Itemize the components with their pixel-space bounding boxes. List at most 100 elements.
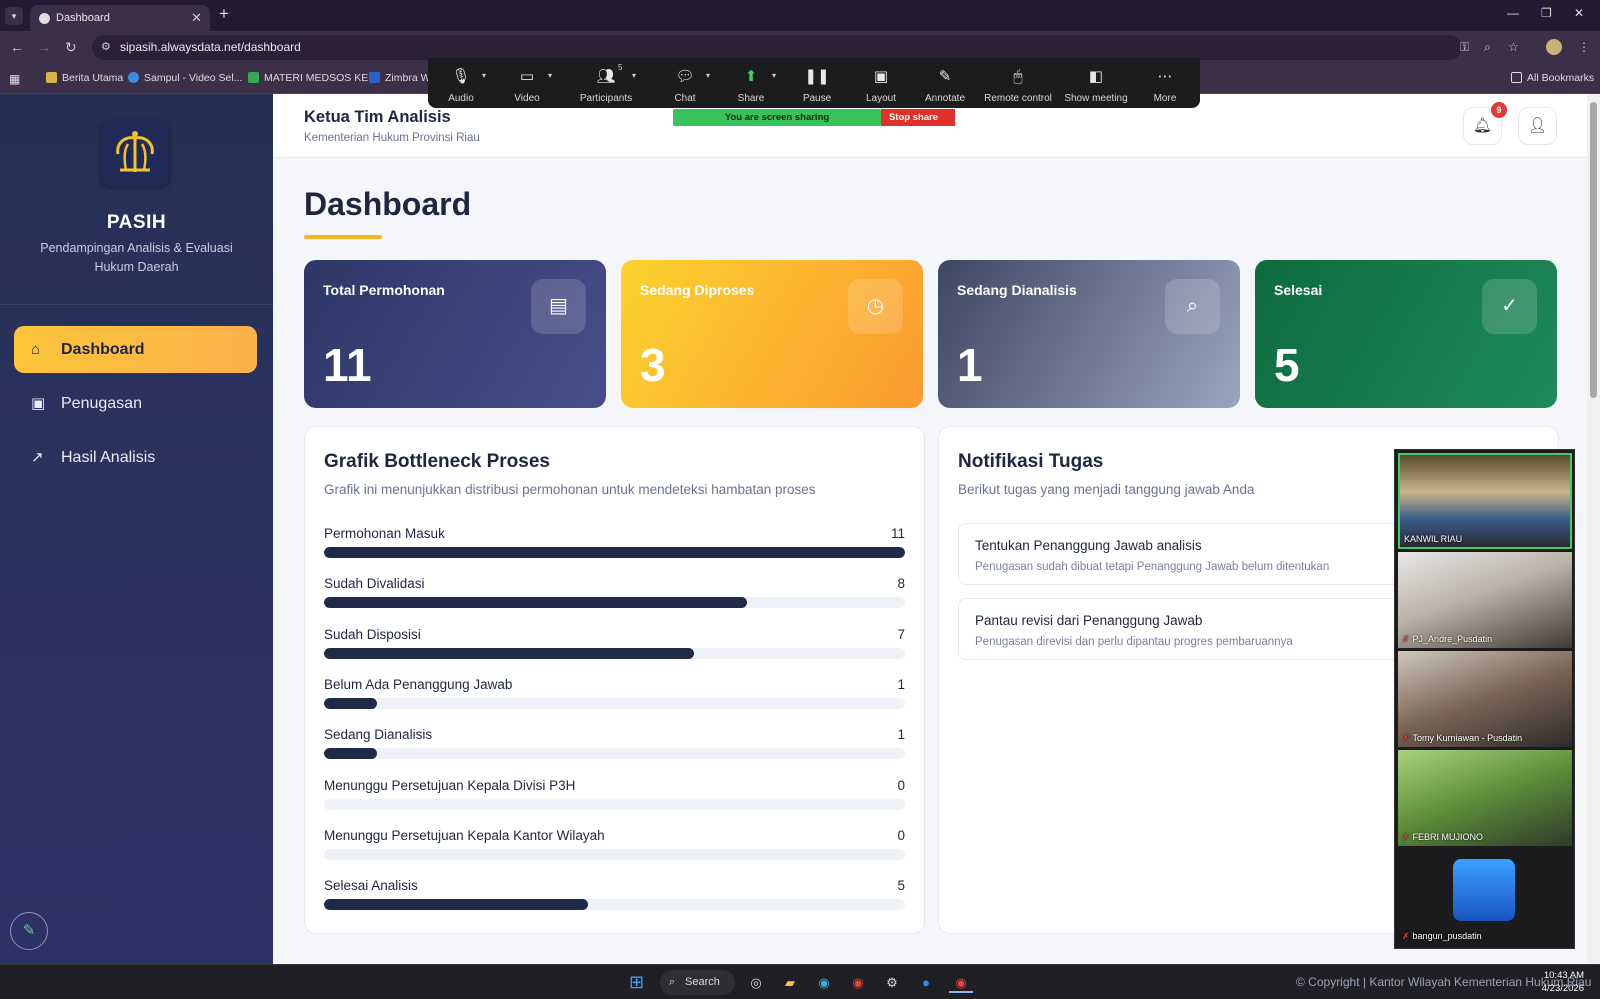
title-underline [304,235,382,239]
bottleneck-row-label: Menunggu Persetujuan Kepala Kantor Wilay… [324,827,605,843]
bottleneck-bar-fill [324,899,589,911]
video-tile[interactable]: ✗ FEBRI MUJIONO [1398,750,1572,846]
file-explorer-icon[interactable]: ▰ [779,972,801,993]
settings-icon[interactable]: ⚙ [881,972,903,993]
clock-time: 10:43 AM [1543,970,1584,981]
home-icon: ⌂ [31,341,41,358]
bottleneck-row-label: Permohonan Masuk [324,526,445,541]
video-participants-panel: KANWIL RIAU ✗ PJ_Andre_Pusdatin ✗ Tomy Kur… [1394,449,1575,949]
chrome-active-icon[interactable]: ◉ [949,972,973,993]
show-meeting-button[interactable]: ◧ Show meeting [1056,58,1136,104]
bottleneck-bar-fill [324,697,377,709]
chat-button[interactable]: 💬︎ Chat ▾ [652,58,718,104]
forward-icon[interactable]: → [37,39,51,55]
notification-button[interactable]: 🔔︎ 9 [1463,102,1507,145]
stat-value: 5 [1274,339,1300,391]
edit-pencil-button[interactable]: ✎ [10,912,48,950]
more-button[interactable]: ⋯ More [1132,58,1198,104]
bookmark-favicon [369,72,380,83]
sidebar-item-label: Penugasan [61,395,142,412]
chrome-icon[interactable]: ◉ [847,972,869,993]
url-text: sipasih.alwaysdata.net/dashboard [120,40,301,54]
all-bookmarks[interactable]: All Bookmarks [1511,72,1594,84]
annotate-button[interactable]: ✎ Annotate [912,58,978,104]
bookmark-item[interactable]: Sampul - Video Sel... [128,72,242,84]
reload-icon[interactable]: ↻ [65,39,77,56]
notification-badge: 9 [1491,102,1507,118]
os-taskbar: ⊞ ⌕ Search ◎ ▰ ◉ ◉ ⚙ ● ◉ © Copyright | Ka… [0,964,1600,999]
stop-share-button[interactable]: Stop share [881,109,955,126]
profile-button[interactable]: 👤︎ [1518,107,1557,145]
video-button[interactable]: ▭ Video ▾ [494,58,560,104]
app-tagline: Pendampingan Analisis & Evaluasi Hukum D… [40,241,233,274]
zoom-app-icon[interactable]: ● [915,972,937,993]
chevron-down-icon[interactable]: ▾ [706,71,710,80]
stat-label: Sedang Diproses [640,282,755,298]
video-tile[interactable]: ✗ Tomy Kurniawan - Pusdatin [1398,651,1572,747]
scrollbar-thumb[interactable] [1590,102,1597,398]
audio-button[interactable]: 🎙︎ Audio ▾ [428,58,494,104]
restore-icon[interactable]: ❐ [1541,6,1552,20]
chevron-down-icon[interactable]: ▾ [548,71,552,80]
zoom-icon[interactable]: ⌕ [1484,40,1491,55]
layout-button[interactable]: ▣ Layout [848,58,914,104]
muted-mic-icon: ✗ [1402,733,1410,743]
stat-value: 3 [640,339,666,391]
participants-button[interactable]: 👥︎ Participants ▾ [566,58,646,104]
bottleneck-bar-track [324,597,905,609]
windows-start-icon[interactable]: ⊞ [626,972,647,993]
bottleneck-row-label: Sedang Dianalisis [324,727,433,743]
site-info-icon[interactable]: ⚙ [101,35,111,60]
remote-control-button[interactable]: 🖱︎ Remote control [978,58,1058,104]
page-scrollbar[interactable] [1587,94,1600,964]
app-name: PASIH [106,212,167,233]
task-description: Penugasan direvisi dan perlu dipantau pr… [975,636,1293,648]
task-view-icon[interactable]: ◎ [745,972,767,993]
url-field[interactable]: ⚙ sipasih.alwaysdata.net/dashboard [92,35,1462,60]
apps-grid-icon[interactable]: ▦ [9,72,20,86]
edge-icon[interactable]: ◉ [813,972,835,993]
pencil-icon: ✎ [22,922,36,939]
pause-button[interactable]: ❚❚ Pause [784,58,850,104]
profile-avatar[interactable] [1546,39,1562,55]
bottleneck-row: Menunggu Persetujuan Kepala Divisi P3H 0 [324,778,905,822]
taskbar-search[interactable]: ⌕ Search [660,970,735,995]
sidebar-divider [0,304,273,305]
page-title: Dashboard [304,186,472,222]
bottleneck-title: Grafik Bottleneck Proses [324,451,550,472]
app-logo [101,120,169,186]
bottleneck-bar-track [324,647,905,659]
folder-icon [1511,72,1522,83]
muted-mic-icon: ✗ [1402,832,1410,842]
mouse-icon: 🖱︎ [1013,68,1023,85]
sidebar-item-hasil-analisis[interactable]: ↗ Hasil Analisis [14,434,257,481]
chevron-down-icon[interactable]: ▾ [772,71,776,80]
browser-tab[interactable]: Dashboard ✕ [30,5,210,31]
close-tab-icon[interactable]: ✕ [191,5,202,31]
bottleneck-row-value: 1 [897,727,905,743]
sidebar-item-penugasan[interactable]: ▣ Penugasan [14,380,257,427]
sidebar-item-dashboard[interactable]: ⌂ Dashboard [14,326,257,373]
back-icon[interactable]: ← [10,39,24,55]
bookmark-item[interactable]: Zimbra W [369,72,431,84]
tab-list-dropdown[interactable]: ▾ [5,7,23,25]
bottleneck-bar-fill [324,647,694,659]
bottleneck-row: Sudah Divalidasi 8 [324,576,905,620]
video-tile[interactable]: ✗ bangun_pusdatin [1398,849,1572,945]
video-tile[interactable]: KANWIL RIAU [1398,453,1572,549]
close-window-icon[interactable]: ✕ [1574,6,1584,20]
chevron-down-icon[interactable]: ▾ [632,71,636,80]
task-description: Penugasan sudah dibuat tetapi Penanggung… [975,561,1330,573]
minimize-icon[interactable]: — [1507,6,1519,20]
bookmark-item[interactable]: Berita Utama [46,72,123,84]
share-button[interactable]: ⬆ Share ▾ [718,58,784,104]
password-key-icon[interactable]: ⚿ [1460,40,1469,55]
system-clock[interactable]: 10:43 AM 4/23/2026 [1520,969,1584,995]
bottleneck-bar-track [324,547,905,558]
bookmark-item[interactable]: MATERI MEDSOS KE... [248,72,377,84]
browser-menu-icon[interactable]: ⋮ [1578,40,1590,54]
new-tab-button[interactable]: + [219,4,229,24]
chevron-down-icon[interactable]: ▾ [482,71,486,80]
bookmark-star-icon[interactable]: ☆ [1508,40,1519,54]
video-tile[interactable]: ✗ PJ_Andre_Pusdatin [1398,552,1572,648]
